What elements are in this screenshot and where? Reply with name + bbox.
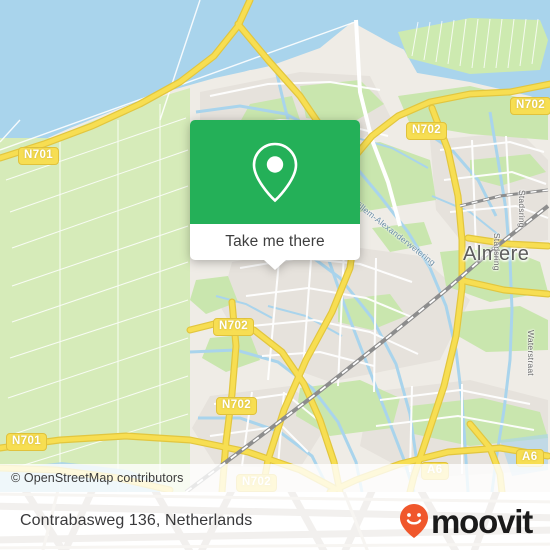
road-shield-n701-north: N701 <box>18 147 60 165</box>
popup-action-bar[interactable]: Take me there <box>190 224 360 260</box>
road-shield-n702-center: N702 <box>213 318 255 336</box>
attribution-bar: © OpenStreetMap contributors <box>0 464 550 492</box>
attribution-text[interactable]: © OpenStreetMap contributors <box>0 471 184 485</box>
moovit-wordmark: moovit <box>431 502 533 540</box>
popup-pin-panel <box>190 120 360 224</box>
popup-pointer-tail <box>264 260 286 270</box>
destination-popup-card[interactable]: Take me there <box>190 120 360 270</box>
street-label-stadsring-2: Stadsring <box>492 233 502 271</box>
road-shield-n702-north: N702 <box>406 122 448 140</box>
address-text: Contrabasweg 136, Netherlands <box>20 512 253 529</box>
map-screenshot: Almere Stadsring Stadsring Waterstraat W… <box>0 0 550 550</box>
footer-content: Contrabasweg 136, Netherlands moovit <box>0 492 550 550</box>
moovit-pin-smiley-icon <box>400 504 429 538</box>
road-shield-n702-northeast: N702 <box>510 97 550 115</box>
footer-bar: Contrabasweg 136, Netherlands moovit <box>0 492 550 550</box>
road-shield-n701-south: N701 <box>6 433 48 451</box>
take-me-there-label: Take me there <box>225 233 325 250</box>
map-canvas[interactable]: Almere Stadsring Stadsring Waterstraat W… <box>0 0 550 492</box>
moovit-logo[interactable]: moovit <box>399 502 533 540</box>
street-label-waterstraat: Waterstraat <box>526 330 536 376</box>
road-shield-n702-southcenter: N702 <box>216 397 258 415</box>
street-label-stadsring-1: Stadsring <box>517 190 527 228</box>
map-pin-icon <box>252 142 298 203</box>
